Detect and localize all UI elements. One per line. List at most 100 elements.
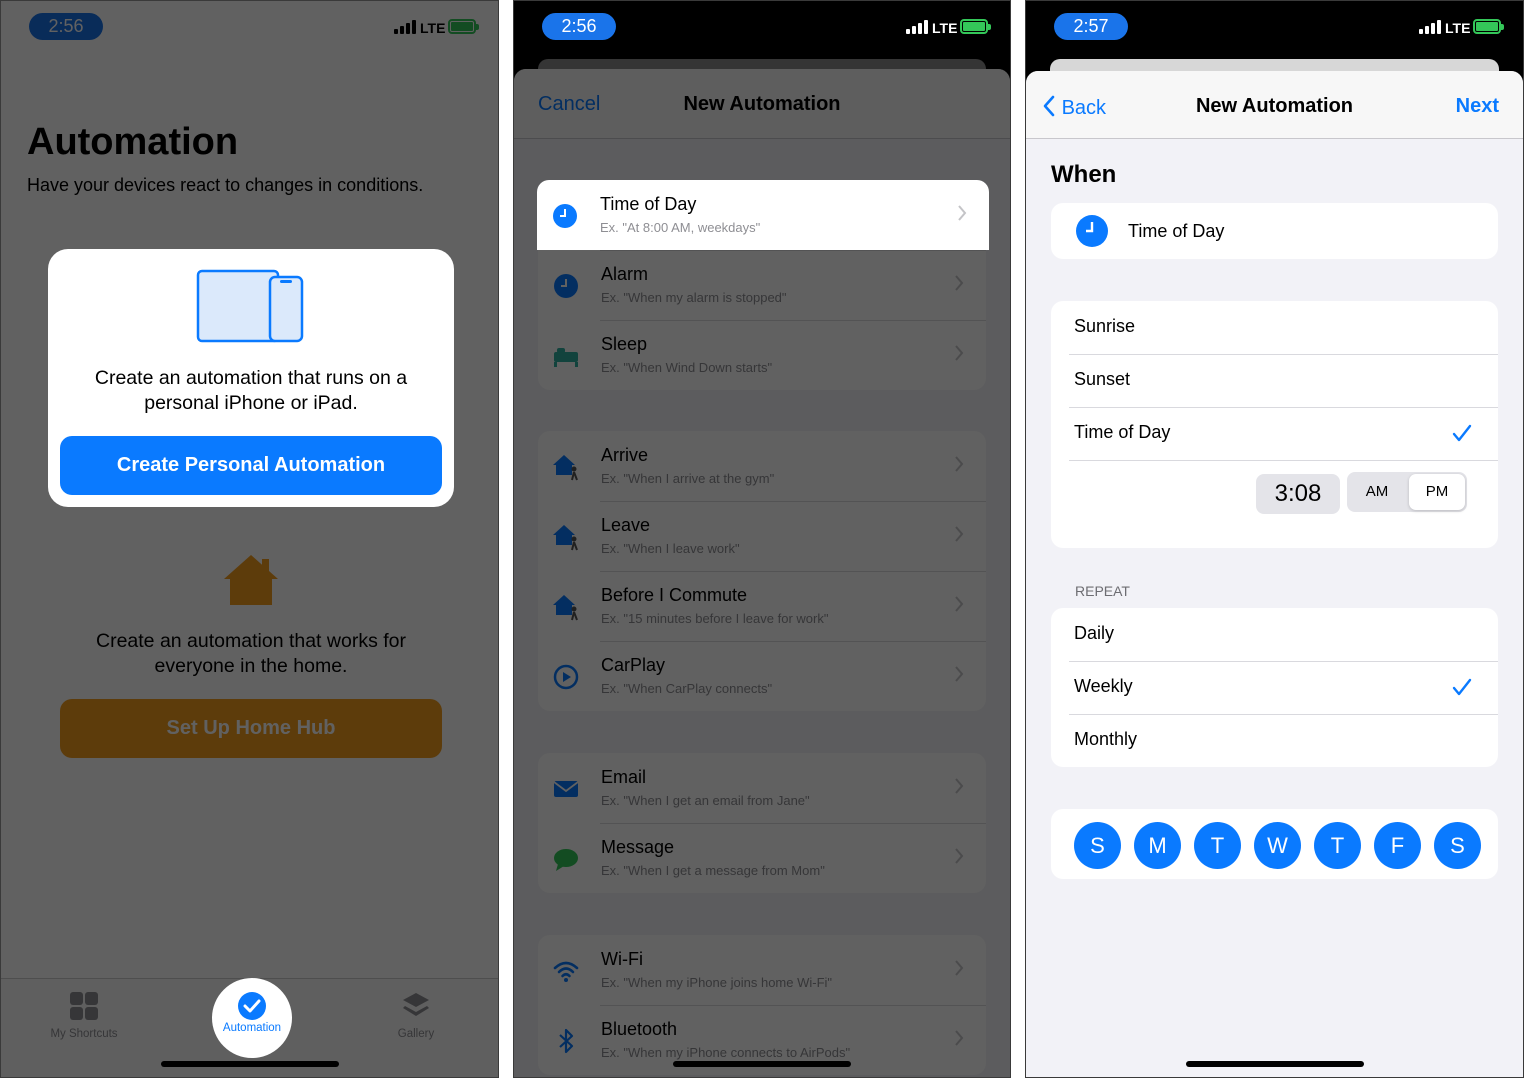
- chevron-right-icon: [955, 456, 964, 472]
- list-item-arrive[interactable]: Arrive Ex. "When I arrive at the gym": [538, 431, 986, 501]
- time-value[interactable]: 3:08: [1256, 474, 1340, 514]
- option-label: Time of Day: [1074, 422, 1171, 442]
- screen-time-of-day: 2:57 LTE Back New Automation Next When T…: [1025, 0, 1524, 1078]
- tab-gallery[interactable]: Gallery: [356, 991, 476, 1040]
- chevron-right-icon: [955, 596, 964, 612]
- home-automation-card: Create an automation that works for ever…: [52, 533, 450, 761]
- list-item-message[interactable]: Message Ex. "When I get a message from M…: [538, 823, 986, 893]
- battery-icon: [1473, 19, 1504, 34]
- status-bar: 2:56 LTE: [1, 1, 498, 55]
- am-segment[interactable]: AM: [1349, 474, 1405, 510]
- page-title: Automation: [27, 121, 239, 163]
- item-subtitle: Ex. "At 8:00 AM, weekdays": [600, 220, 761, 235]
- set-up-home-hub-button[interactable]: Set Up Home Hub: [60, 699, 442, 758]
- grid-icon: [70, 992, 98, 1020]
- battery-icon: [448, 19, 479, 34]
- list-item-time-of-day[interactable]: Time of Day Ex. "At 8:00 AM, weekdays": [537, 180, 989, 250]
- item-subtitle: Ex. "When my alarm is stopped": [601, 290, 787, 305]
- pm-segment[interactable]: PM: [1409, 474, 1465, 510]
- chevron-right-icon: [955, 526, 964, 542]
- create-personal-automation-button[interactable]: Create Personal Automation: [60, 436, 442, 495]
- list-item-sleep[interactable]: Sleep Ex. "When Wind Down starts": [538, 320, 986, 390]
- home-card-description: Create an automation that works for ever…: [96, 630, 406, 677]
- nav-bar: Back New Automation Next: [1026, 71, 1523, 139]
- item-subtitle: Ex. "When CarPlay connects": [601, 681, 773, 696]
- chevron-right-icon: [955, 1030, 964, 1046]
- repeat-option-label: Daily: [1074, 623, 1115, 643]
- wifi-icon: [553, 961, 579, 982]
- personal-card-description: Create an automation that runs on a pers…: [94, 367, 408, 414]
- chevron-right-icon: [955, 848, 964, 864]
- repeat-option-label: Weekly: [1074, 676, 1133, 696]
- home-indicator: [160, 1061, 339, 1067]
- item-title: Before I Commute: [601, 585, 748, 605]
- item-title: Time of Day: [600, 194, 697, 214]
- trigger-summary: Time of Day: [1051, 203, 1498, 259]
- tab-label: Gallery: [397, 1028, 435, 1040]
- day-wednesday[interactable]: W: [1254, 822, 1301, 869]
- list-item-wifi[interactable]: Wi-Fi Ex. "When my iPhone joins home Wi-…: [538, 935, 986, 1005]
- list-item-email[interactable]: Email Ex. "When I get an email from Jane…: [538, 753, 986, 823]
- item-title: Email: [601, 767, 647, 787]
- repeat-weekly[interactable]: Weekly: [1051, 661, 1498, 714]
- list-item-carplay[interactable]: CarPlay Ex. "When CarPlay connects": [538, 641, 986, 711]
- item-title: Message: [601, 837, 675, 857]
- carplay-icon: [553, 664, 579, 690]
- option-label: Sunset: [1074, 369, 1131, 389]
- day-sunday[interactable]: S: [1074, 822, 1121, 869]
- list-item-leave[interactable]: Leave Ex. "When I leave work": [538, 501, 986, 571]
- bed-icon: [554, 348, 578, 367]
- tab-my-shortcuts[interactable]: My Shortcuts: [24, 991, 144, 1040]
- item-title: Sleep: [601, 334, 648, 354]
- network-label: LTE: [1445, 20, 1471, 36]
- checkmark-icon: [1452, 678, 1472, 696]
- status-bar: 2:57 LTE: [1026, 1, 1523, 55]
- repeat-monthly[interactable]: Monthly: [1051, 714, 1498, 767]
- house-person-icon: [553, 455, 578, 481]
- option-sunrise[interactable]: Sunrise: [1051, 301, 1498, 354]
- chevron-right-icon: [955, 666, 964, 682]
- option-label: Sunrise: [1074, 316, 1136, 336]
- battery-icon: [960, 19, 991, 34]
- house-icon: [224, 555, 278, 605]
- chevron-right-icon: [958, 205, 967, 221]
- day-monday[interactable]: M: [1134, 822, 1181, 869]
- item-title: Bluetooth: [601, 1019, 678, 1039]
- list-item-before-commute[interactable]: Before I Commute Ex. "15 minutes before …: [538, 571, 986, 641]
- when-heading: When: [1051, 161, 1117, 188]
- trigger-label: Time of Day: [1128, 221, 1225, 241]
- network-label: LTE: [932, 20, 958, 36]
- trigger-group-connectivity: Wi-Fi Ex. "When my iPhone joins home Wi-…: [538, 935, 986, 1075]
- day-tuesday[interactable]: T: [1194, 822, 1241, 869]
- list-item-alarm[interactable]: Alarm Ex. "When my alarm is stopped": [538, 250, 986, 320]
- signal-icon: [1419, 20, 1441, 34]
- checkmark-icon: [1452, 424, 1472, 442]
- status-bar: 2:56 LTE: [514, 1, 1010, 55]
- option-sunset[interactable]: Sunset: [1051, 354, 1498, 407]
- tab-automation[interactable]: Automation: [212, 978, 292, 1058]
- bluetooth-icon: [559, 1028, 574, 1054]
- day-saturday[interactable]: S: [1434, 822, 1481, 869]
- trigger-group-location: Arrive Ex. "When I arrive at the gym" Le…: [538, 431, 986, 711]
- tab-label: My Shortcuts: [50, 1028, 118, 1040]
- ipad-iphone-icon: [196, 269, 304, 343]
- page-subtitle: Have your devices react to changes in co…: [27, 175, 424, 195]
- signal-icon: [906, 20, 928, 34]
- item-title: Alarm: [601, 264, 649, 284]
- day-thursday[interactable]: T: [1314, 822, 1361, 869]
- chevron-right-icon: [955, 345, 964, 361]
- signal-icon: [394, 20, 416, 34]
- repeat-option-label: Monthly: [1074, 729, 1138, 749]
- day-friday[interactable]: F: [1374, 822, 1421, 869]
- nav-title: New Automation: [1195, 95, 1354, 117]
- item-title: Wi-Fi: [601, 949, 643, 969]
- option-time-of-day[interactable]: Time of Day: [1051, 407, 1498, 460]
- next-button[interactable]: Next: [1456, 95, 1499, 118]
- status-time: 2:56: [542, 13, 616, 40]
- item-subtitle: Ex. "When I arrive at the gym": [601, 471, 775, 486]
- item-subtitle: Ex. "When I get an email from Jane": [601, 793, 810, 808]
- time-picker-row: 3:08 AM PM: [1051, 460, 1498, 548]
- repeat-daily[interactable]: Daily: [1051, 608, 1498, 661]
- am-pm-segmented[interactable]: AM PM: [1347, 472, 1467, 512]
- time-options-card: Sunrise Sunset Time of Day 3:08 AM PM: [1051, 301, 1498, 548]
